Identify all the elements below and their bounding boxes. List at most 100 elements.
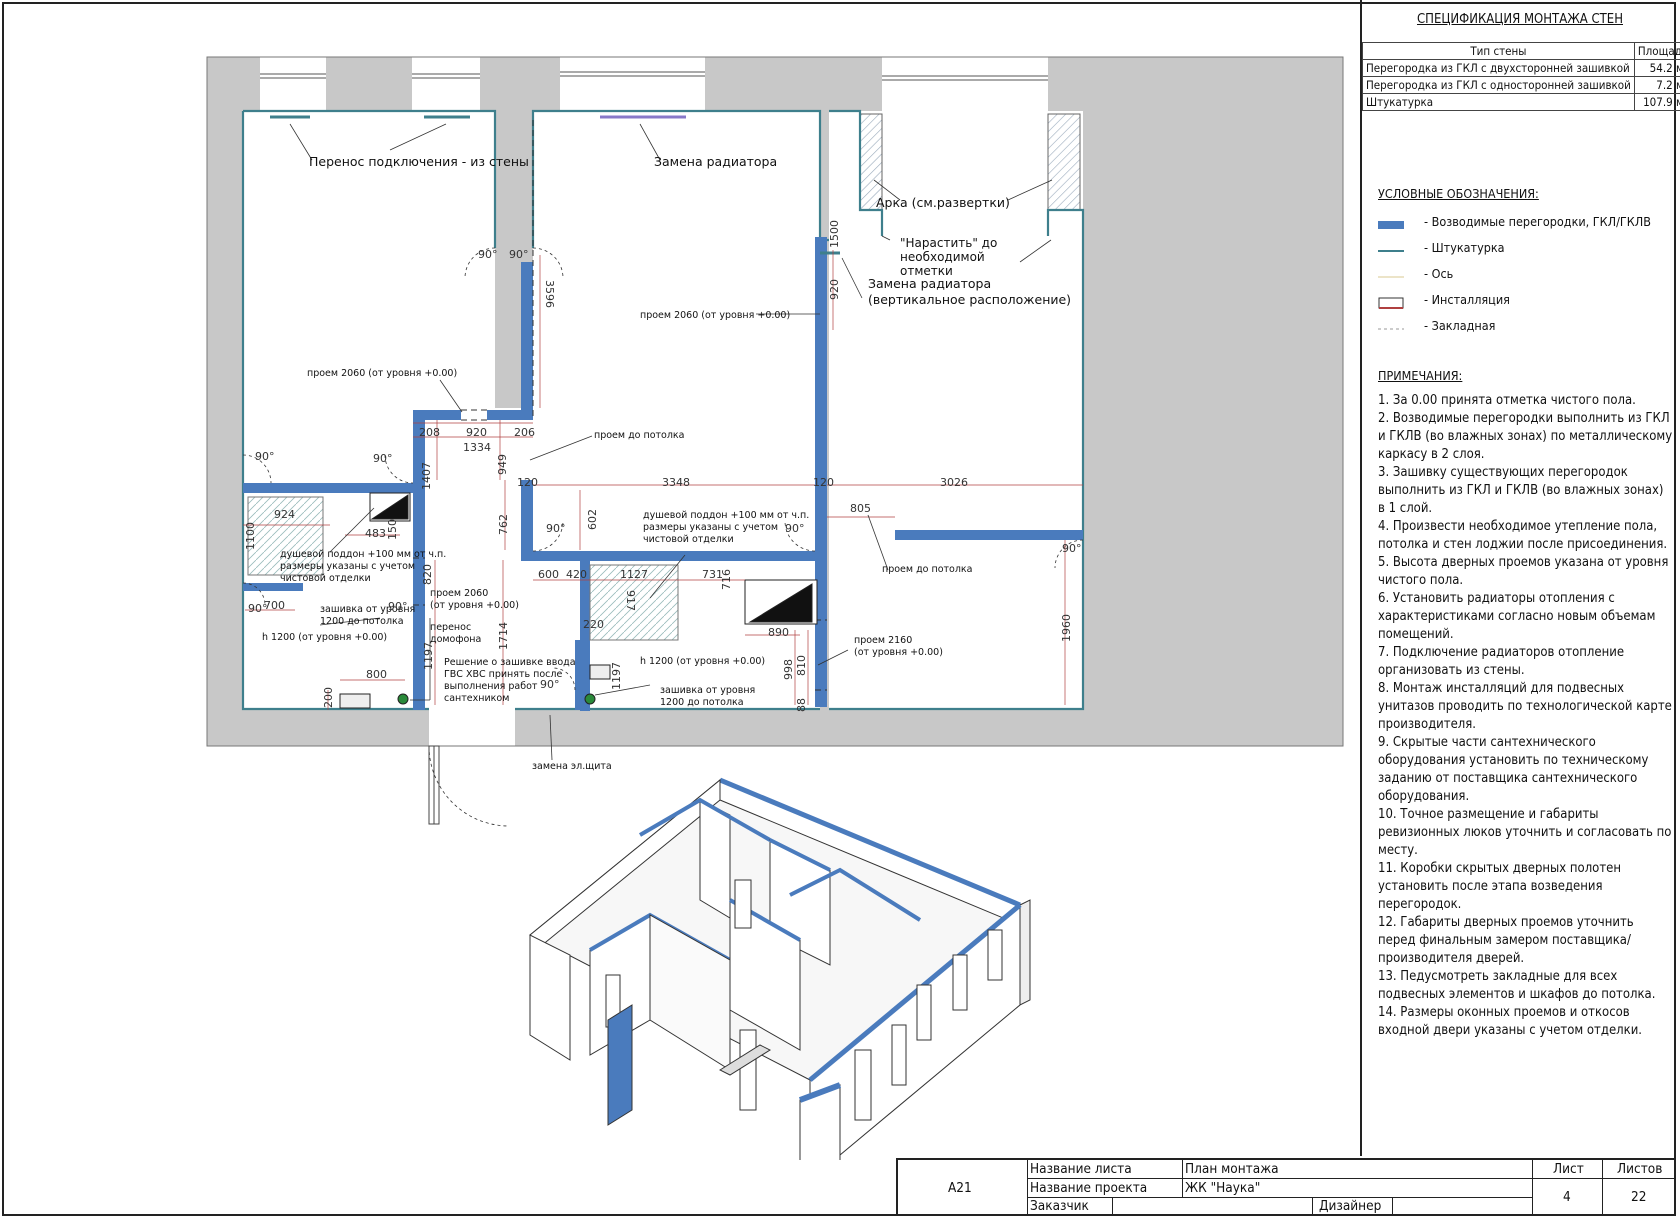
dim-value: 120: [517, 476, 538, 489]
callout-shower2-line1: душевой поддон +100 мм от ч.п.: [643, 510, 809, 521]
callout-sheath1-line2: 1200 до потолка: [320, 616, 404, 627]
note-item: 2. Возводимые перегородки выполнить из Г…: [1378, 411, 1673, 462]
legend: - Возводимые перегородки, ГКЛ/ГКЛВ - Шту…: [1378, 214, 1668, 344]
title-block-cell: [1393, 1198, 1533, 1216]
note-item: 9. Скрытые части сантехнического оборудо…: [1378, 735, 1649, 804]
note-item: 11. Коробки скрытых дверных полотен уста…: [1378, 861, 1621, 912]
dim-value: 924: [274, 508, 295, 521]
callout-water-line3: выполнения работ: [444, 681, 538, 692]
dim-value: 1407: [420, 462, 433, 490]
callout-shower2-line2: размеры указаны с учетом: [643, 522, 778, 533]
dim-value: 150: [386, 519, 399, 540]
dim-value: 810: [795, 655, 808, 676]
callout-opening-2160-line2: (от уровня +0.00): [854, 647, 943, 658]
dim-value: 602: [586, 509, 599, 530]
title-block-cell: Дизайнер: [1313, 1198, 1393, 1216]
title-block-cell: Лист: [1533, 1160, 1603, 1179]
title-block-cell: Заказчик: [1028, 1198, 1113, 1216]
dim-value: 208: [419, 426, 440, 439]
dim-value: 1197: [422, 642, 435, 670]
callout-sheath2-line1: зашивка от уровня: [660, 685, 755, 696]
dim-value: 3596: [543, 280, 556, 308]
dim-value: 3026: [940, 476, 968, 489]
dim-value: 1100: [244, 522, 257, 550]
title-block-cell: План монтажа: [1183, 1160, 1533, 1179]
dim-angle: 90°: [546, 522, 566, 535]
notes-title: ПРИМЕЧАНИЯ:: [1378, 368, 1463, 383]
callout-water-line1: Решение о зашивке ввода: [444, 657, 576, 668]
callout-radiator-2-line1: Замена радиатора: [868, 276, 991, 291]
title-block-format-cell: А21: [898, 1160, 1028, 1216]
legend-label: - Инсталляция: [1424, 292, 1510, 307]
project-name-label: Название проекта: [1030, 1180, 1148, 1196]
dim-value: 1500: [828, 220, 841, 248]
note-item: 7. Подключение радиаторов отопление орга…: [1378, 645, 1625, 678]
dim-value: 88: [795, 698, 808, 712]
callout-intercom-line1: перенос: [430, 622, 471, 633]
callout-to-ceiling-1: проем до потолка: [594, 430, 685, 441]
callout-shower2-line3: чистовой отделки: [643, 534, 734, 545]
callout-h1200-a: h 1200 (от уровня +0.00): [262, 632, 387, 643]
callout-arch: Арка (см.развертки): [876, 195, 1010, 210]
note-item: 3. Зашивку существующих перегородок выпо…: [1378, 465, 1664, 516]
title-block-cell: [1113, 1198, 1313, 1216]
spec-table: Тип стены Площадь Перегородка из ГКЛ с д…: [1362, 42, 1680, 111]
legend-label: - Ось: [1424, 266, 1454, 281]
dim-value: 3348: [662, 476, 690, 489]
dim-value: 1127: [620, 568, 648, 581]
dim-value: 820: [421, 564, 434, 585]
table-row: Перегородка из ГКЛ с односторонней зашив…: [1362, 76, 1680, 94]
entrance-door: [428, 745, 440, 825]
dim-value: 1960: [1060, 614, 1073, 642]
project-name: ЖК "Наука": [1185, 1180, 1261, 1196]
dim-value: 716: [720, 569, 733, 590]
designer-label: Дизайнер: [1319, 1198, 1382, 1214]
title-block-cell: ЖК "Наука": [1183, 1179, 1533, 1198]
dim-angle: 90°: [1062, 542, 1082, 555]
spec-title: СПЕЦИФИКАЦИЯ МОНТАЖА СТЕН: [1416, 12, 1623, 27]
spec-header-type: Тип стены: [1362, 42, 1635, 60]
callout-shower1-line1: душевой поддон +100 мм от ч.п.: [280, 549, 446, 560]
note-item: 10. Точное размещение и габариты ревизио…: [1378, 807, 1672, 858]
spec-cell-type: Перегородка из ГКЛ с односторонней зашив…: [1362, 76, 1635, 94]
title-block-cell: Название проекта: [1028, 1179, 1183, 1198]
title-block-cell: 22: [1603, 1179, 1676, 1216]
callout-intercom-line2: домофона: [430, 634, 481, 645]
sheet-name: План монтажа: [1185, 1161, 1279, 1177]
customer-label: Заказчик: [1030, 1198, 1089, 1214]
callout-radiator-1: Замена радиатора: [654, 154, 777, 169]
notes-list: 1. За 0.00 принята отметка чистого пола.…: [1378, 392, 1674, 1040]
dim-angle: 90°: [509, 248, 529, 261]
dim-value: 200: [322, 687, 335, 708]
spec-cell-area: 7.2 м²: [1633, 76, 1680, 94]
spec-cell-type: Перегородка из ГКЛ с двухсторонней зашив…: [1362, 59, 1635, 77]
legend-item: - Ось: [1378, 266, 1668, 292]
legend-item: - Штукатурка: [1378, 240, 1668, 266]
sheets-label: Листов: [1617, 1161, 1663, 1177]
title-block-cell: 4: [1533, 1179, 1603, 1216]
legend-title: УСЛОВНЫЕ ОБОЗНАЧЕНИЯ:: [1378, 186, 1539, 201]
note-item: 5. Высота дверных проемов указана от уро…: [1378, 555, 1669, 588]
dim-value: 920: [828, 279, 841, 300]
dim-value: 1197: [610, 662, 623, 690]
dim-value: 206: [514, 426, 535, 439]
legend-label: - Штукатурка: [1424, 240, 1505, 255]
axis-symbol-icon: [1378, 276, 1404, 278]
callout-connection: Перенос подключения - из стены: [309, 154, 529, 169]
legend-label: - Возводимые перегородки, ГКЛ/ГКЛВ: [1424, 214, 1651, 229]
callout-panel: замена эл.щита: [532, 761, 612, 772]
spec-cell-area: 107.9 м²: [1633, 93, 1680, 111]
dim-angle: 90°: [478, 248, 498, 261]
note-item: 12. Габариты дверных проемов уточнить пе…: [1378, 915, 1634, 966]
partition-symbol-icon: [1378, 221, 1404, 229]
title-block: А21 Название листа План монтажа Название…: [896, 1158, 1676, 1216]
callout-build-up: "Нарастить" до необходимой отметки: [900, 236, 997, 276]
dim-value: 762: [497, 514, 510, 535]
dim-value: 600: [538, 568, 559, 581]
dim-value: 805: [850, 502, 871, 515]
callout-radiator-2-line2: (вертикальное расположение): [868, 292, 1071, 307]
dim-angle: 90°: [388, 600, 408, 613]
note-item: 6. Установить радиаторы отопления с хара…: [1378, 591, 1656, 642]
dim-angle: 90°: [540, 678, 560, 691]
legend-item: - Возводимые перегородки, ГКЛ/ГКЛВ: [1378, 214, 1668, 240]
